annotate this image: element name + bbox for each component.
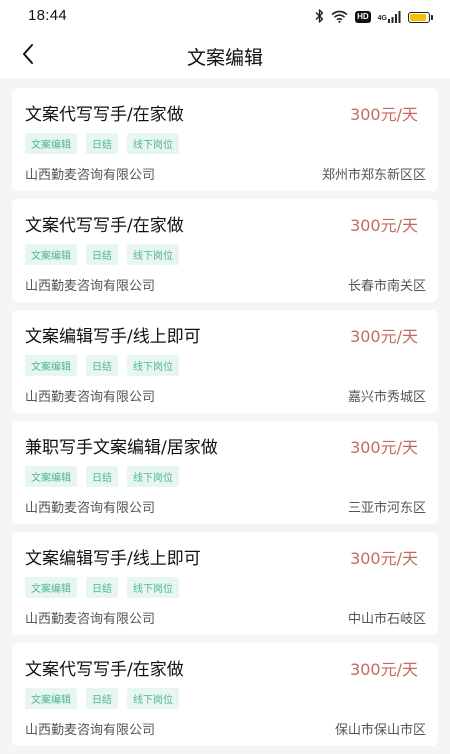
job-tag: 线下岗位 xyxy=(127,466,179,487)
hd-badge: HD xyxy=(355,11,371,23)
job-location: 三亚市河东区 xyxy=(347,501,426,516)
job-tags: 文案编辑 日结 线下岗位 xyxy=(25,244,188,265)
job-card[interactable]: 文案代写写手/在家做 300元/天 文案编辑 日结 线下岗位 山西勤麦咨询有限公… xyxy=(12,88,438,191)
status-bar: 18:44 HD 4G xyxy=(0,0,450,34)
job-card[interactable]: 文案编辑写手/线上即可 300元/天 文案编辑 日结 线下岗位 山西勤麦咨询有限… xyxy=(12,310,438,413)
status-icons: HD 4G xyxy=(308,8,433,27)
battery-icon xyxy=(408,11,433,23)
job-tag: 线下岗位 xyxy=(127,355,179,376)
job-card[interactable]: 兼职写手文案编辑/居家做 300元/天 文案编辑 日结 线下岗位 山西勤麦咨询有… xyxy=(12,421,438,524)
job-tag: 文案编辑 xyxy=(25,688,77,709)
job-title: 文案代写写手/在家做 xyxy=(25,216,184,236)
job-tag: 线下岗位 xyxy=(127,244,179,265)
nav-bar: 文案编辑 xyxy=(0,34,450,78)
job-location: 嘉兴市秀城区 xyxy=(347,390,426,405)
job-tag: 线下岗位 xyxy=(127,133,179,154)
job-tags: 文案编辑 日结 线下岗位 xyxy=(25,688,188,709)
job-company: 山西勤麦咨询有限公司 xyxy=(25,501,156,516)
job-location: 长春市南关区 xyxy=(347,279,426,294)
wifi-icon xyxy=(331,8,348,27)
job-tag: 日结 xyxy=(86,133,118,154)
job-company: 山西勤麦咨询有限公司 xyxy=(25,723,156,738)
job-card[interactable]: 文案代写写手/在家做 300元/天 文案编辑 日结 线下岗位 山西勤麦咨询有限公… xyxy=(12,199,438,302)
job-tag: 日结 xyxy=(86,688,118,709)
job-salary: 300元/天 xyxy=(350,216,418,235)
signal-label: 4G xyxy=(377,15,387,22)
job-title: 文案编辑写手/线上即可 xyxy=(25,549,201,569)
job-tag: 文案编辑 xyxy=(25,133,77,154)
job-tag: 线下岗位 xyxy=(127,577,179,598)
job-tags: 文案编辑 日结 线下岗位 xyxy=(25,355,188,376)
job-salary: 300元/天 xyxy=(350,438,418,457)
job-tags: 文案编辑 日结 线下岗位 xyxy=(25,133,188,154)
job-title: 文案编辑写手/线上即可 xyxy=(25,327,201,347)
job-title: 文案代写写手/在家做 xyxy=(25,660,184,680)
job-title: 文案代写写手/在家做 xyxy=(25,105,184,125)
job-list: 文案代写写手/在家做 300元/天 文案编辑 日结 线下岗位 山西勤麦咨询有限公… xyxy=(12,88,438,754)
job-salary: 300元/天 xyxy=(350,105,418,124)
bluetooth-icon xyxy=(315,8,324,27)
job-salary: 300元/天 xyxy=(350,549,418,568)
job-tag: 日结 xyxy=(86,355,118,376)
job-tags: 文案编辑 日结 线下岗位 xyxy=(25,466,188,487)
job-company: 山西勤麦咨询有限公司 xyxy=(25,168,156,183)
job-tag: 日结 xyxy=(86,466,118,487)
job-company: 山西勤麦咨询有限公司 xyxy=(25,612,156,627)
page-title: 文案编辑 xyxy=(186,47,263,69)
signal-icon: 4G xyxy=(378,11,401,23)
job-tag: 文案编辑 xyxy=(25,244,77,265)
job-tags: 文案编辑 日结 线下岗位 xyxy=(25,577,188,598)
job-salary: 300元/天 xyxy=(350,660,418,679)
job-tag: 文案编辑 xyxy=(25,577,77,598)
battery-level xyxy=(410,13,426,21)
job-company: 山西勤麦咨询有限公司 xyxy=(25,390,156,405)
job-location: 中山市石岐区 xyxy=(347,612,426,627)
job-tag: 线下岗位 xyxy=(127,688,179,709)
job-card[interactable]: 文案代写写手/在家做 300元/天 文案编辑 日结 线下岗位 山西勤麦咨询有限公… xyxy=(12,643,438,746)
job-salary: 300元/天 xyxy=(350,327,418,346)
job-tag: 文案编辑 xyxy=(25,466,77,487)
job-tag: 日结 xyxy=(86,244,118,265)
job-card[interactable]: 文案编辑写手/线上即可 300元/天 文案编辑 日结 线下岗位 山西勤麦咨询有限… xyxy=(12,532,438,635)
job-tag: 文案编辑 xyxy=(25,355,77,376)
job-tag: 日结 xyxy=(86,577,118,598)
job-location: 郑州市郑东新区区 xyxy=(321,168,426,183)
job-title: 兼职写手文案编辑/居家做 xyxy=(25,438,218,458)
job-location: 保山市保山市区 xyxy=(334,723,426,738)
status-time: 18:44 xyxy=(28,7,68,24)
job-company: 山西勤麦咨询有限公司 xyxy=(25,279,156,294)
